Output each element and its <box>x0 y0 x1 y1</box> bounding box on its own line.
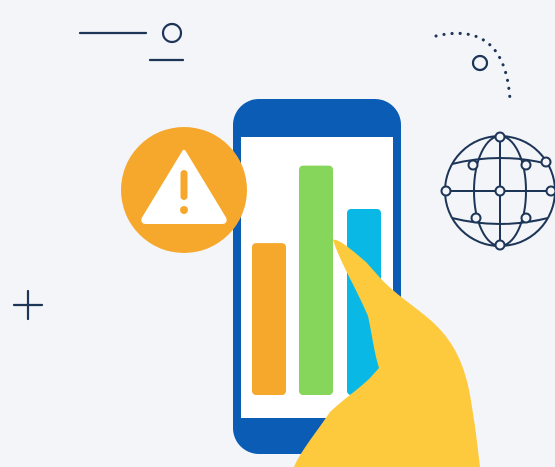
plus-icon <box>12 289 44 321</box>
illustration-canvas <box>12 22 555 467</box>
line-circle-decoration-icon <box>78 22 185 62</box>
dotted-arc-decoration-icon <box>434 31 512 102</box>
bar-1 <box>252 243 286 395</box>
illustration <box>0 0 555 467</box>
warning-icon <box>121 127 247 253</box>
bar-2 <box>299 165 333 395</box>
globe-network-icon <box>440 131 555 251</box>
